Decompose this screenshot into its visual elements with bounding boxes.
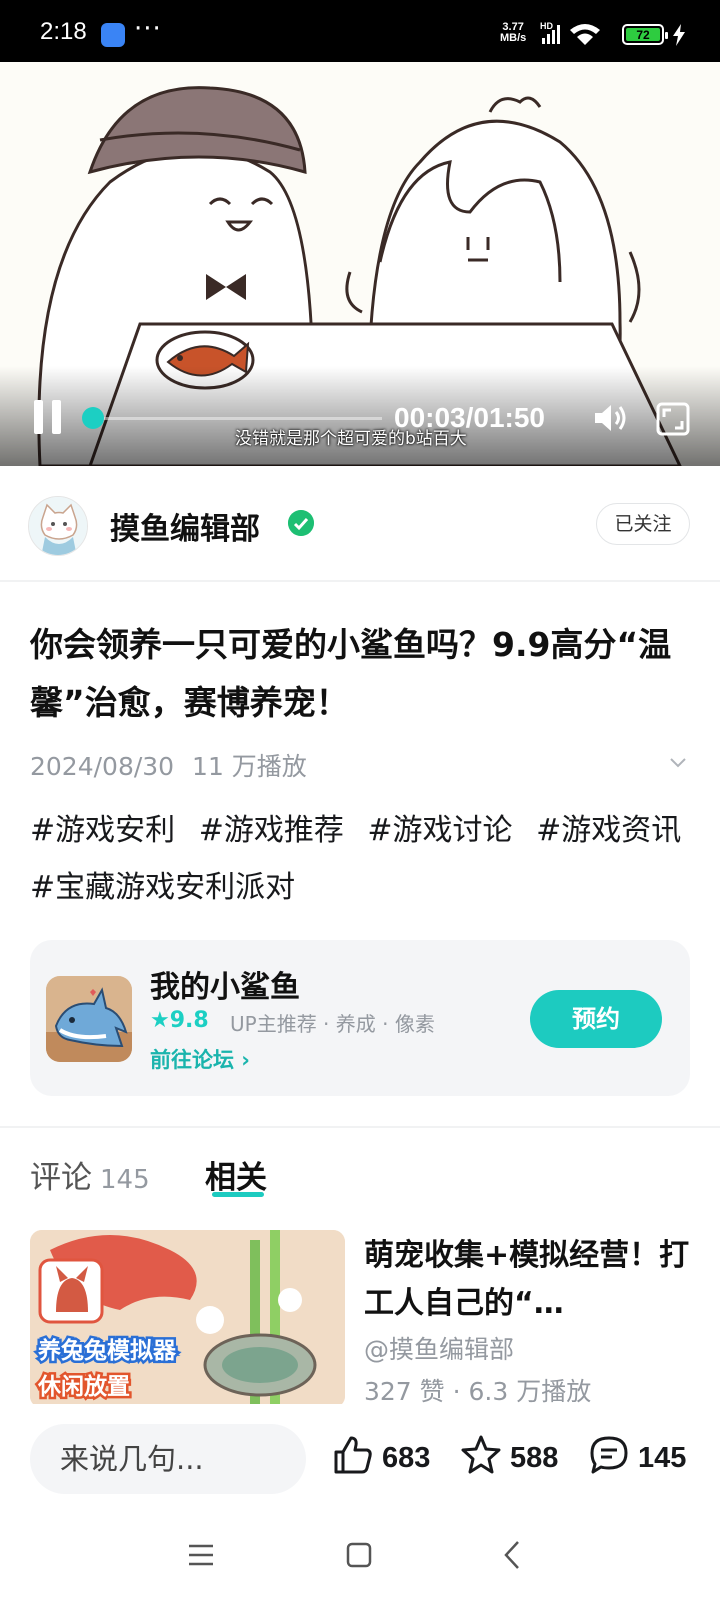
reserve-button[interactable]: 预约: [530, 990, 662, 1048]
system-navigation-bar: [0, 1514, 720, 1600]
author-name[interactable]: 摸鱼编辑部: [110, 504, 260, 548]
favorite-count: 588: [510, 1442, 559, 1474]
status-bar: 2:18 ··· 3.77 MB/s HD 72: [0, 0, 720, 62]
menu-icon[interactable]: [188, 1542, 214, 1568]
wifi-arc-outer: [570, 24, 600, 34]
signal-bar-2: [547, 34, 550, 44]
game-card[interactable]: 我的小鲨鱼 ★9.8 UP主推荐 · 养成 · 像素 前往论坛 › 预约: [30, 940, 690, 1096]
tag-item[interactable]: #游戏推荐: [199, 813, 344, 848]
tab-comments-count: 145: [100, 1165, 150, 1195]
video-title: 你会领养一只可爱的小鲨鱼吗？9.9高分“温馨”治愈，赛博养宠！: [30, 625, 672, 722]
author-row: 摸鱼编辑部 已关注: [0, 466, 720, 582]
game-name: 我的小鲨鱼: [150, 970, 300, 1005]
author-avatar[interactable]: [28, 496, 88, 556]
game-tags: UP主推荐 · 养成 · 像素: [230, 1012, 435, 1036]
comment-bubble-icon: [590, 1436, 628, 1474]
status-time: 2:18: [40, 18, 87, 45]
signal-bar-3: [552, 30, 555, 44]
home-icon[interactable]: [346, 1542, 372, 1568]
favorite-button[interactable]: 588: [460, 1434, 570, 1484]
section-divider: [0, 1126, 720, 1128]
tab-comments[interactable]: 评论 145: [30, 1152, 150, 1197]
game-rating: ★9.8: [150, 1008, 209, 1033]
thumb-text-2: 休闲放置: [37, 1373, 130, 1400]
progress-track[interactable]: [92, 417, 382, 420]
game-forum-link[interactable]: 前往论坛 ›: [150, 1044, 250, 1074]
related-video-title[interactable]: 萌宠收集+模拟经营！打工人自己的“…: [364, 1232, 696, 1328]
hd-label: HD: [540, 21, 553, 31]
comment-count: 145: [638, 1442, 687, 1474]
tag-item[interactable]: #宝藏游戏安利派对: [30, 870, 295, 905]
like-count: 683: [382, 1442, 431, 1474]
comment-input[interactable]: 来说几句...: [30, 1424, 306, 1494]
game-rating-value: 9.8: [169, 1008, 209, 1033]
back-icon[interactable]: [502, 1540, 522, 1570]
publish-date: 2024/08/30: [30, 752, 175, 781]
like-button[interactable]: 683: [332, 1434, 442, 1484]
progress-thumb[interactable]: [82, 407, 104, 429]
tag-item[interactable]: #游戏安利: [30, 813, 175, 848]
tab-active-indicator: [212, 1192, 264, 1197]
related-video-author[interactable]: @摸鱼编辑部: [364, 1330, 514, 1366]
star-icon: ★: [150, 1008, 170, 1033]
tag-list: #游戏安利 #游戏推荐 #游戏讨论 #游戏资讯 #宝藏游戏安利派对: [30, 802, 700, 916]
verified-badge-icon: [288, 510, 314, 536]
video-meta: 2024/08/30 11 万播放: [30, 747, 307, 783]
battery-icon: 72: [622, 24, 668, 45]
tag-item[interactable]: #游戏讨论: [367, 813, 512, 848]
related-thumbnail-art: 养兔兔模拟器 休闲放置: [30, 1230, 345, 1408]
more-notifications-icon: ···: [134, 14, 162, 44]
play-count: 11 万播放: [192, 752, 307, 781]
shark-game-icon: [46, 976, 132, 1062]
related-video-stats: 327 赞 · 6.3 万播放: [364, 1377, 592, 1406]
game-icon: [46, 976, 132, 1062]
bottom-action-bar: 来说几句... 683 588 145: [0, 1404, 720, 1514]
signal-bar-1: [542, 38, 545, 44]
tab-related[interactable]: 相关: [205, 1152, 267, 1197]
pause-button[interactable]: [32, 400, 64, 434]
star-outline-icon: [461, 1435, 501, 1474]
cat-avatar-icon: [29, 497, 87, 555]
battery-level: 72: [626, 28, 660, 42]
thumbs-up-icon: [334, 1436, 372, 1474]
chevron-down-icon[interactable]: [668, 752, 688, 772]
signal-wifi-icons: HD: [540, 21, 600, 45]
follow-button[interactable]: 已关注: [596, 503, 690, 545]
charging-icon: [673, 24, 685, 46]
volume-icon[interactable]: [592, 400, 628, 436]
network-speed-unit: MB/s: [500, 32, 527, 44]
comment-button[interactable]: 145: [588, 1434, 698, 1484]
app-notification-icon: [101, 23, 125, 47]
fullscreen-icon[interactable]: [656, 402, 690, 436]
wifi-arc-inner: [577, 33, 593, 45]
chevron-right-icon: ›: [234, 1048, 250, 1072]
signal-bar-4: [557, 25, 560, 44]
thumb-text-1: 养兔兔模拟器: [37, 1337, 177, 1364]
game-forum-label: 前往论坛: [150, 1048, 234, 1072]
video-time: 00:03/01:50: [394, 402, 546, 433]
tab-comments-label: 评论: [30, 1160, 92, 1196]
network-speed: 3.77 MB/s: [500, 22, 526, 44]
related-video-thumbnail[interactable]: 养兔兔模拟器 休闲放置: [30, 1230, 345, 1408]
tag-item[interactable]: #游戏资讯: [536, 813, 681, 848]
